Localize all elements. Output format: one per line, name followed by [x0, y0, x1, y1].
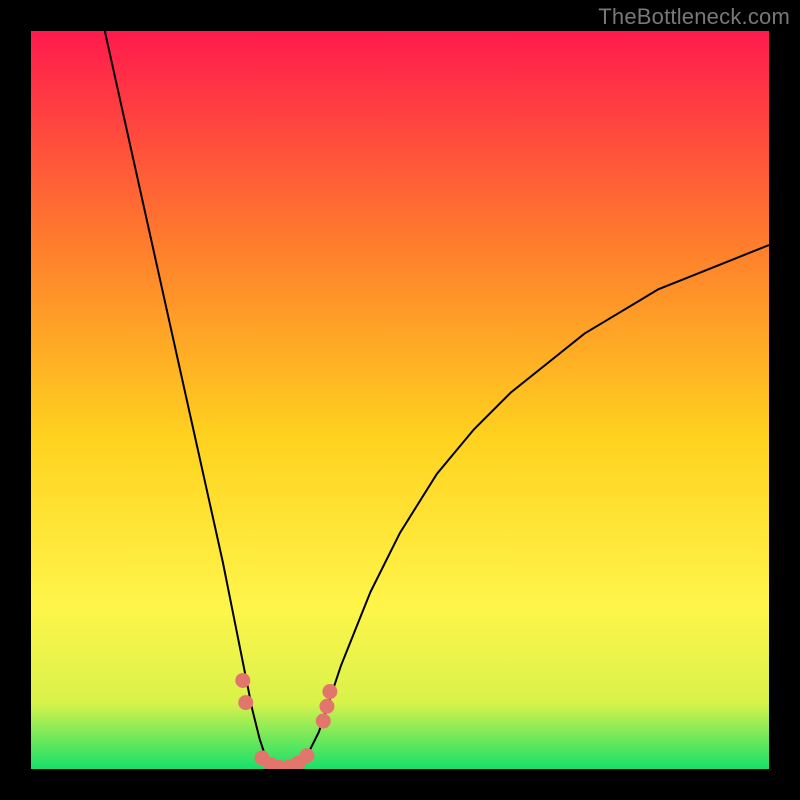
curve-marker — [322, 684, 337, 699]
curve-marker — [316, 714, 331, 729]
curve-marker — [238, 695, 253, 710]
curve-marker — [319, 699, 334, 714]
bottleneck-chart — [0, 0, 800, 800]
curve-marker — [235, 673, 250, 688]
attribution-watermark: TheBottleneck.com — [598, 4, 790, 30]
chart-stage: TheBottleneck.com — [0, 0, 800, 800]
curve-marker — [300, 748, 315, 763]
plot-background — [31, 31, 769, 769]
